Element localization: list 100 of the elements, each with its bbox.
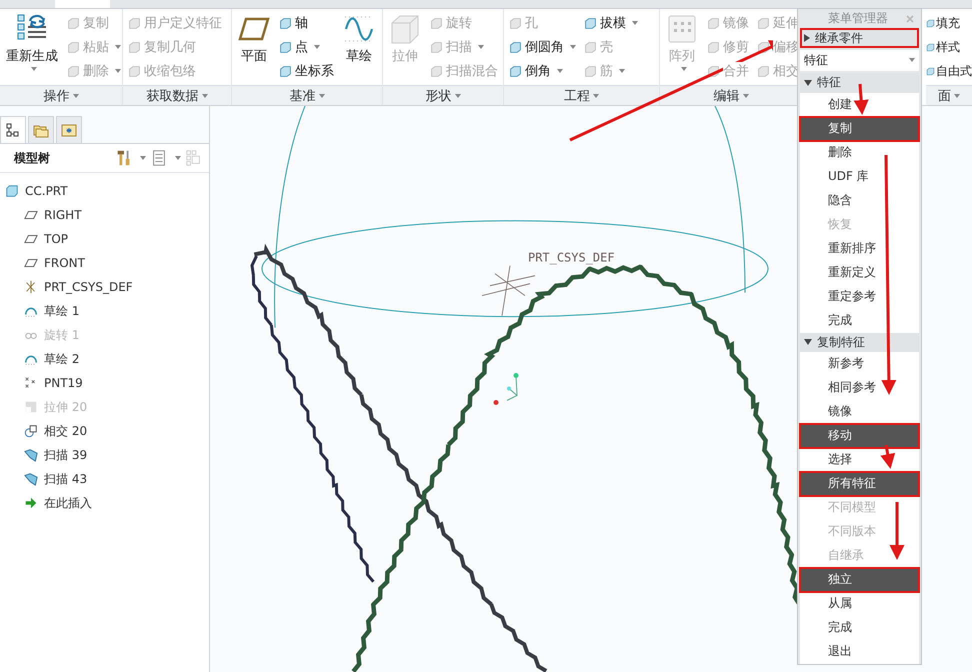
tree-item[interactable]: 草绘 2: [0, 347, 209, 371]
caret-icon: [454, 94, 460, 98]
tree-item[interactable]: PNT19: [0, 371, 209, 395]
ribbon-button[interactable]: 轴: [277, 11, 336, 35]
section-header[interactable]: 复制特征: [800, 332, 919, 352]
menu-item[interactable]: 完成: [800, 308, 919, 333]
group-menu-button[interactable]: 操作: [0, 85, 122, 105]
panel-title: 模型树: [14, 150, 50, 166]
tree-item[interactable]: 扫描 39: [0, 443, 209, 467]
tree-item[interactable]: RIGHT: [0, 203, 209, 227]
caret-icon: [680, 67, 686, 71]
cube-icon: [389, 13, 421, 45]
tree-item[interactable]: TOP: [0, 227, 209, 251]
csys-label: PRT_CSYS_DEF: [528, 250, 615, 265]
menu-item[interactable]: 完成: [800, 616, 919, 640]
ribbon-button[interactable]: 倒角: [507, 59, 578, 83]
menu-item[interactable]: 重新排序: [800, 236, 919, 261]
block-icon: [757, 64, 770, 78]
tree-item[interactable]: 扫描 43: [0, 467, 209, 491]
grid-icon[interactable]: [185, 149, 203, 167]
menu-item[interactable]: 创建: [800, 92, 919, 117]
menu-item[interactable]: 新参考: [800, 352, 919, 376]
parallelogram-icon: [24, 232, 38, 246]
sweep-icon: [24, 448, 38, 462]
menu-item[interactable]: 镜像: [800, 400, 919, 424]
section-header[interactable]: 特征: [800, 73, 919, 93]
ribbon-button[interactable]: 重新生成: [3, 11, 61, 83]
ribbon-button[interactable]: 拔模: [582, 11, 640, 35]
tree-item[interactable]: 草绘 1: [0, 299, 209, 323]
tree-item[interactable]: PRT_CSYS_DEF: [0, 275, 209, 299]
group-menu-button[interactable]: 形状: [383, 85, 503, 105]
block-icon: [757, 16, 770, 30]
menu-item[interactable]: 所有特征: [800, 472, 919, 496]
ribbon-button[interactable]: 填充: [926, 11, 972, 35]
dropdown-field[interactable]: 特征: [800, 50, 919, 72]
menu-item[interactable]: UDF 库: [800, 164, 919, 189]
block-icon: [707, 16, 720, 30]
menu-item[interactable]: 独立: [800, 568, 919, 592]
caret-icon: [202, 94, 208, 98]
menu-item[interactable]: 重新定义: [800, 260, 919, 285]
coordinate-system-icon: [482, 265, 536, 316]
annotation-arrow: [854, 84, 869, 115]
caret-icon: [909, 58, 915, 62]
block-icon: [67, 64, 80, 78]
tree-item[interactable]: CC.PRT: [0, 179, 209, 203]
menu-item[interactable]: 重定参考: [800, 284, 919, 309]
section-header[interactable]: 继承零件: [800, 28, 919, 48]
block-icon: [279, 40, 292, 54]
block-icon: [67, 16, 80, 30]
ribbon-button[interactable]: 平面: [235, 11, 273, 83]
star-folder-icon: [61, 122, 77, 138]
menu-item[interactable]: 复制: [800, 116, 919, 141]
annotation-arrow: [890, 502, 904, 560]
caret-icon: [954, 94, 960, 98]
expander-icon: [804, 80, 812, 86]
group-menu-button[interactable]: 基准: [232, 85, 382, 105]
caret-icon: [314, 45, 320, 49]
panel-title: 菜单管理器: [828, 10, 888, 28]
ribbon-button[interactable]: 坐标系: [277, 59, 336, 83]
tree-item[interactable]: 在此插入: [0, 491, 209, 515]
expander-icon: [804, 34, 810, 42]
caret-icon: [570, 45, 576, 49]
group-menu-button[interactable]: 工程: [504, 85, 659, 105]
parallelogram-icon: [24, 208, 38, 222]
caret-icon: [115, 69, 121, 73]
caret-icon: [557, 69, 563, 73]
group-menu-button[interactable]: 面: [926, 85, 972, 105]
panel-tab[interactable]: [0, 116, 26, 143]
menu-item[interactable]: 相同参考: [800, 376, 919, 400]
caret-icon: [175, 156, 181, 160]
caret-icon: [318, 94, 324, 98]
tree-icon: [5, 122, 21, 138]
group-menu-button[interactable]: 获取数据: [123, 85, 231, 105]
block-icon: [128, 16, 141, 30]
block-icon: [509, 16, 522, 30]
ribbon-button[interactable]: 样式: [926, 35, 972, 59]
menu-item[interactable]: 选择: [800, 448, 919, 472]
block-icon: [707, 40, 720, 54]
list-icon[interactable]: [150, 149, 168, 167]
menu-item[interactable]: 从属: [800, 592, 919, 616]
tree-item[interactable]: FRONT: [0, 251, 209, 275]
ribbon-button[interactable]: 倒圆角: [507, 35, 578, 59]
block-icon: [279, 64, 292, 78]
menu-item[interactable]: 删除: [800, 140, 919, 165]
menu-item[interactable]: 移动: [800, 424, 919, 448]
close-icon[interactable]: [905, 14, 915, 24]
menu-item[interactable]: 隐含: [800, 188, 919, 213]
tree-item[interactable]: 相交 20: [0, 419, 209, 443]
parallelogram-icon: [24, 256, 38, 270]
block-icon: [279, 16, 292, 30]
ribbon-button[interactable]: 点: [277, 35, 336, 59]
ribbon-button[interactable]: 草绘: [340, 11, 378, 83]
block-icon: [430, 64, 443, 78]
block-icon: [584, 64, 597, 78]
block-icon: [509, 64, 522, 78]
caret-icon: [593, 94, 599, 98]
block-icon: [430, 40, 443, 54]
block-icon: [128, 40, 141, 54]
menu-item[interactable]: 退出: [800, 640, 919, 664]
caret-icon: [632, 21, 638, 25]
